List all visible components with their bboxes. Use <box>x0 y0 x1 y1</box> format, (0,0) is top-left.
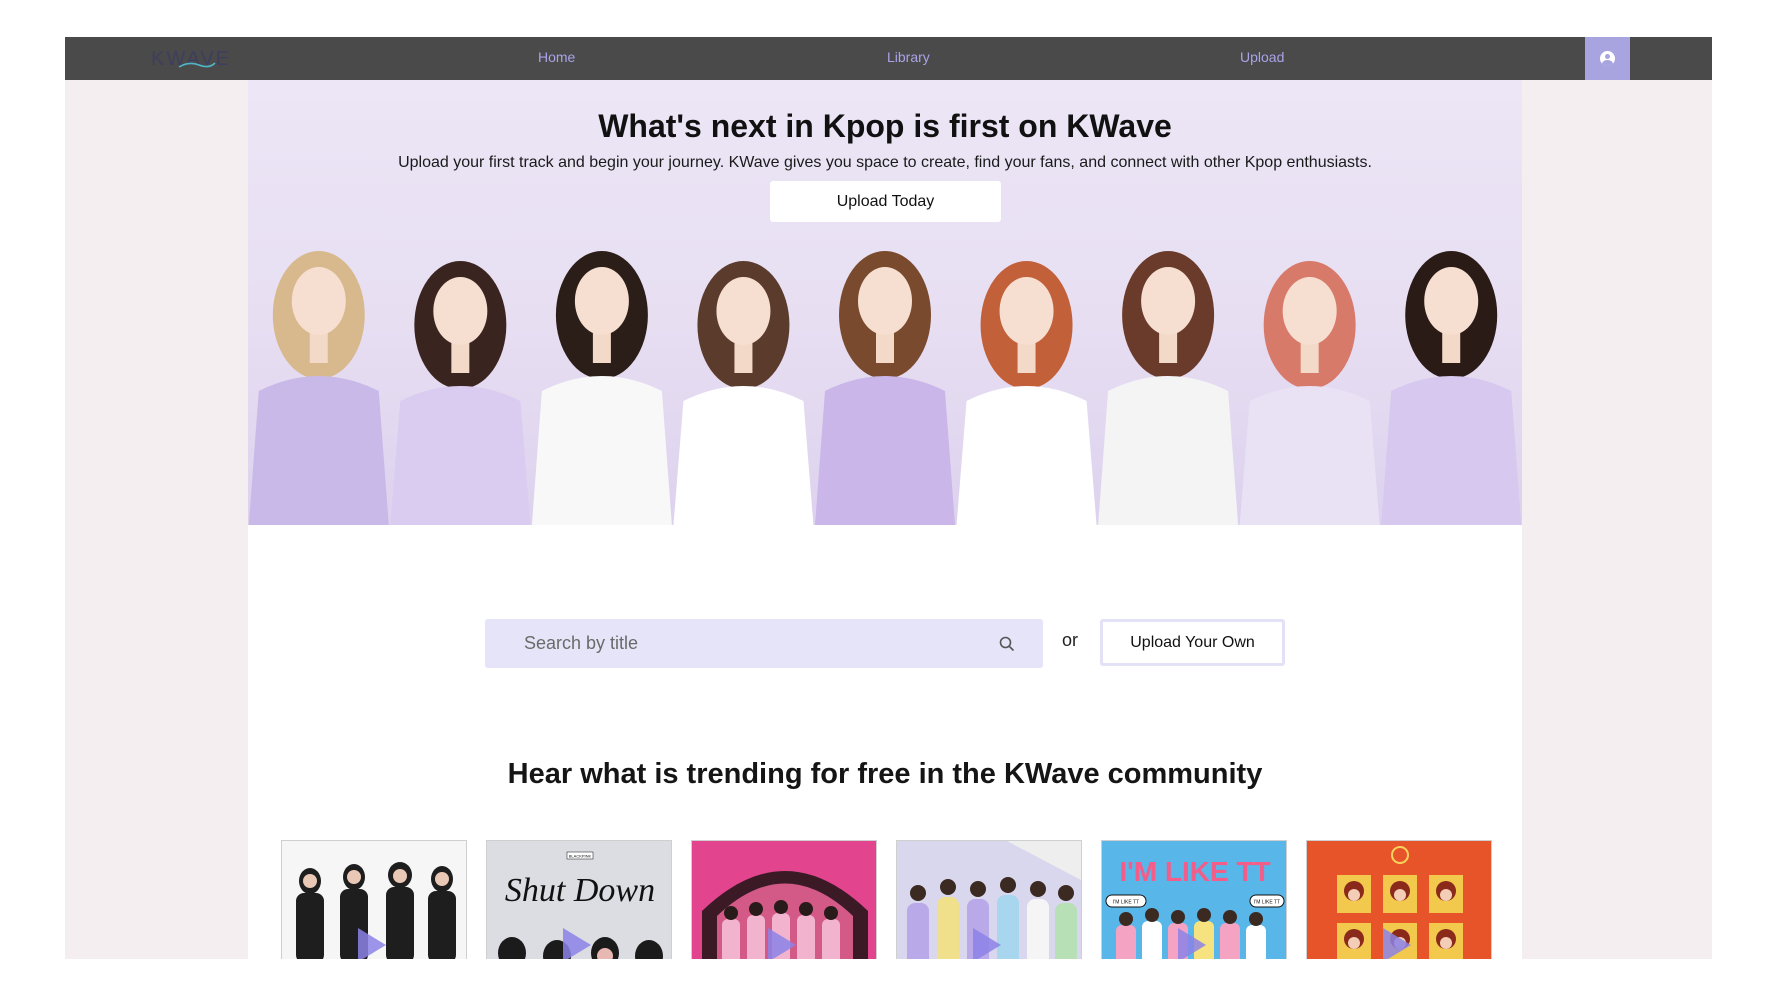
figure-face <box>858 267 912 335</box>
trending-card[interactable] <box>896 840 1082 959</box>
play-icon[interactable] <box>973 928 1001 959</box>
figure-body <box>956 386 1097 525</box>
search-input[interactable] <box>485 619 985 668</box>
play-icon[interactable] <box>1178 928 1206 959</box>
figure-face <box>999 277 1054 345</box>
nav-library-link[interactable]: Library <box>887 49 930 65</box>
upload-your-own-button[interactable]: Upload Your Own <box>1100 619 1285 666</box>
figure-neck <box>592 331 611 363</box>
figure-face <box>1141 267 1196 335</box>
figure-neck <box>1017 341 1036 373</box>
figure-neck <box>1300 341 1319 373</box>
search-bar <box>485 619 1043 668</box>
figure-face <box>291 267 346 335</box>
profile-button[interactable] <box>1585 37 1630 80</box>
im-like-tt-title: I'M LIKE TT <box>1119 856 1270 887</box>
trending-card[interactable]: BLACKPINK Shut Down <box>486 840 672 959</box>
upload-today-button[interactable]: Upload Today <box>770 181 1001 222</box>
play-icon[interactable] <box>358 928 386 959</box>
nav-upload-link[interactable]: Upload <box>1240 49 1284 65</box>
figure-face <box>1282 277 1337 345</box>
group-photo-image <box>248 251 1522 525</box>
main-content: What's next in Kpop is first on KWave Up… <box>248 80 1522 959</box>
nav-home-link[interactable]: Home <box>538 49 575 65</box>
figure-body <box>673 386 814 525</box>
figure-body <box>815 376 955 525</box>
figure-neck <box>876 331 894 363</box>
play-icon[interactable] <box>563 928 591 959</box>
hero-subtitle: Upload your first track and begin your j… <box>398 154 1372 171</box>
play-icon[interactable] <box>1383 928 1411 959</box>
trending-cards: BLACKPINK Shut Down I'M LIKE TT I'M LIKE… <box>281 840 1492 959</box>
speech-bubble-text: I'M LIKE TT <box>1113 900 1139 906</box>
figure-body <box>1098 376 1239 525</box>
trending-heading: Hear what is trending for free in the KW… <box>507 758 1263 790</box>
figure-body <box>531 376 672 525</box>
trending-card[interactable] <box>691 840 877 959</box>
hero-banner: What's next in Kpop is first on KWave Up… <box>248 80 1522 525</box>
trending-card[interactable] <box>281 840 467 959</box>
play-icon[interactable] <box>768 928 796 959</box>
figure-body <box>248 376 389 525</box>
top-nav: KWAVE Home Library Upload <box>65 37 1712 80</box>
kwave-logo[interactable]: KWAVE <box>151 47 231 71</box>
figure-neck <box>451 341 470 373</box>
figure-body <box>390 386 531 525</box>
figure-neck <box>1442 331 1461 363</box>
hero-title: What's next in Kpop is first on KWave <box>598 108 1172 144</box>
user-circle-icon <box>1600 51 1615 66</box>
figure-face <box>574 267 629 335</box>
figure-neck <box>1159 331 1178 363</box>
search-icon[interactable] <box>998 635 1016 653</box>
trending-card[interactable]: I'M LIKE TT I'M LIKE TT I'M LIKE TT <box>1101 840 1287 959</box>
figure-body <box>1239 386 1380 525</box>
shut-down-title: Shut Down <box>505 872 655 909</box>
trending-card[interactable] <box>1306 840 1492 959</box>
blackpink-logo-text: BLACKPINK <box>569 854 592 859</box>
figure-neck <box>734 341 753 373</box>
figure-face <box>716 277 771 345</box>
figure-neck <box>309 331 328 363</box>
app-frame: KWAVE Home Library Upload What's next in… <box>65 37 1712 959</box>
or-text: or <box>1062 630 1079 650</box>
logo-wave-icon <box>178 62 216 68</box>
speech-bubble-text: I'M LIKE TT <box>1254 900 1280 906</box>
figure-face <box>1424 267 1479 335</box>
figure-body <box>1381 376 1522 525</box>
figure-face <box>433 277 488 345</box>
